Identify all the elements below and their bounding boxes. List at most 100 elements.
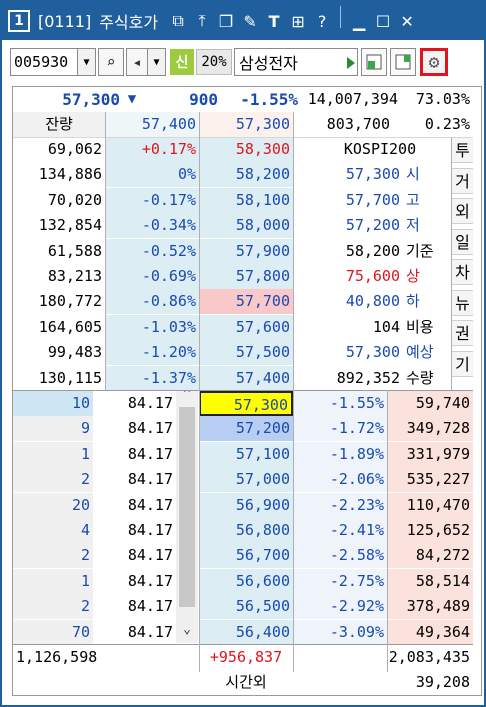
bid-pct: -2.92% [293,594,387,620]
ask-price[interactable]: 57,600 [199,314,293,340]
bid-rate: 84.17 [93,594,176,620]
bid-qty: 49,364 [387,619,473,645]
ask-price[interactable]: 57,400 [199,365,293,391]
corner-marker-icon [347,57,355,69]
bid-price[interactable]: 56,700 [199,543,293,569]
bid-rate: 84.17 [93,568,176,594]
col-divider [199,112,200,672]
maximize-icon[interactable]: ☐ [371,6,395,36]
ask-qty: 132,854 [13,213,105,239]
col-divider [387,390,388,672]
ask-qty: 70,020 [13,187,105,213]
info-label: 하 [406,292,420,311]
ask-price[interactable]: 57,500 [199,340,293,366]
bid-price[interactable]: 56,400 [199,619,293,645]
ask-pct: -0.86% [105,289,199,315]
ask-price[interactable]: 58,000 [199,213,293,239]
side-tab[interactable]: 일 [451,228,473,255]
side-tab[interactable]: 권 [451,320,473,346]
grid-icon[interactable]: ⊞ [286,6,310,36]
bid-qty: 125,652 [387,518,473,543]
ask-pct: -0.69% [105,264,199,289]
bid-scrollbar[interactable]: ⌃ ⌄ [176,383,198,643]
bid-qty: 58,514 [387,568,473,594]
ask-price[interactable]: 58,100 [199,187,293,213]
trade-pct: 0.23% [424,115,470,133]
gear-icon[interactable]: ⚙ [420,48,448,76]
bid-rate: 84.17 [93,441,176,467]
order-book-grid: 57,300 ▼ 900 -1.55% 14,007,394 73.03% 잔량… [12,86,482,696]
speaker-dropdown[interactable]: ▼ [148,48,166,76]
bid-ticks: 70 [13,619,93,645]
side-tab[interactable]: 기 [451,350,473,377]
ask-pct: -0.17% [105,187,199,213]
bid-price[interactable]: 56,500 [199,594,293,620]
text-icon[interactable]: T [262,6,286,36]
bid-ticks: 9 [13,416,93,442]
scroll-thumb[interactable] [179,407,195,607]
copy-window-icon[interactable]: ❐ [214,6,238,36]
side-tab[interactable]: 차 [451,259,473,285]
bid-price[interactable]: 57,000 [199,467,293,493]
info-value: 58,200 [345,241,400,260]
info-value: 57,700 [345,190,400,209]
total-bid-qty: 2,083,435 [388,648,470,666]
help-icon[interactable]: ? [310,6,334,36]
bid-qty: 349,728 [387,416,473,442]
order-icon[interactable] [390,48,416,76]
bid-qty: 84,272 [387,543,473,569]
bid-ticks: 2 [13,543,93,569]
bid-price[interactable]: 56,800 [199,518,293,543]
ask-price[interactable]: 58,200 [199,162,293,188]
bid-ticks: 4 [13,518,93,543]
info-value: 104 [372,317,400,336]
col-divider [293,112,294,672]
search-icon[interactable]: ⌕ [98,48,124,76]
info-value: 75,600 [345,267,400,285]
screen-code: [0111] [38,11,92,31]
link-group-icon[interactable] [361,48,387,76]
title-separator [340,6,342,28]
info-label: 시 [406,165,420,184]
stock-code-input[interactable]: 005930 [10,48,78,76]
col-divider [451,137,452,390]
index-name: KOSPI200 [343,140,417,158]
credit-badge: 신 [170,49,194,75]
remain-header: 잔량 [13,112,105,137]
side-tab[interactable]: 투 [451,137,473,163]
ask-pct: -1.20% [105,340,199,366]
pin-icon[interactable]: ⤒ [190,6,214,36]
chevron-down-icon[interactable]: ▼ [78,48,96,76]
ask-pct: +0.17% [105,137,199,162]
title-bar[interactable]: 1 [0111] 주식호가 ⧉ ⤒ ❐ ✎ T ⊞ ? ▁ ☐ ✕ [2,2,484,40]
side-tab[interactable]: 뉴 [451,289,473,316]
ask-price[interactable]: 57,700 [199,289,293,315]
ask-price[interactable]: 57,900 [199,238,293,264]
highlight-icon[interactable]: ✎ [238,6,262,36]
minimize-icon[interactable]: ▁ [347,6,371,36]
bid-price[interactable]: 56,900 [199,492,293,518]
window-title: 주식호가 [99,13,159,32]
total-ask-qty: 1,126,598 [13,645,199,670]
ask-price[interactable]: 58,300 [199,137,293,162]
side-tab[interactable]: 외 [451,198,473,224]
margin-rate-badge: 20% [196,49,232,75]
ask-price[interactable]: 57,800 [199,264,293,289]
bid-price[interactable]: 57,300 [199,391,293,416]
bid-rate: 84.17 [93,543,176,569]
bid-price[interactable]: 57,100 [199,441,293,467]
chevron-down-icon[interactable]: ⌄ [176,619,198,641]
bid-price[interactable]: 57,200 [199,416,293,442]
stock-name-field[interactable]: 삼성전자 [234,48,358,76]
side-tab[interactable]: 거 [451,167,473,194]
ask-pct: -0.34% [105,213,199,239]
speaker-icon[interactable]: ◂ [126,48,148,76]
close-icon[interactable]: ✕ [395,6,419,36]
bid-pct: -2.75% [293,568,387,594]
bid-price[interactable]: 56,600 [199,568,293,594]
info-label: 예상 [406,343,434,362]
qty-difference: +956,837 [209,648,283,666]
info-value: 40,800 [345,292,400,311]
bid-rate: 84.17 [93,518,176,543]
window-link-icon[interactable]: ⧉ [166,6,190,36]
